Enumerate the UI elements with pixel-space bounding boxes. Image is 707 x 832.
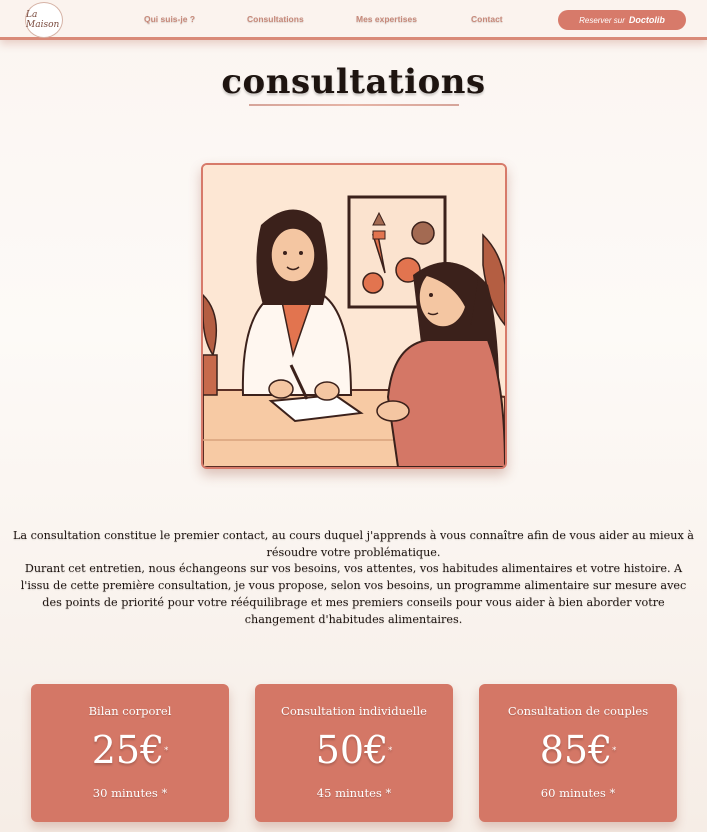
reserve-label: Reserver sur bbox=[579, 15, 625, 25]
nav-qui-suis-je[interactable]: Qui suis-je ? bbox=[144, 14, 195, 24]
title-underline bbox=[249, 104, 459, 106]
consultation-scene-image bbox=[203, 165, 505, 467]
intro-paragraph-2: Durant cet entretien, nous échangeons su… bbox=[20, 562, 687, 626]
card-duration: 30 minutes * bbox=[92, 786, 168, 800]
nav-mes-expertises[interactable]: Mes expertises bbox=[356, 14, 417, 24]
card-price: 85€* bbox=[539, 728, 617, 772]
logo[interactable]: La Maison bbox=[25, 2, 63, 38]
price-card-consultation-individuelle[interactable]: Consultation individuelle 50€* 45 minute… bbox=[255, 684, 453, 822]
card-title: Consultation individuelle bbox=[281, 704, 427, 718]
consultation-description: La consultation constitue le premier con… bbox=[12, 528, 695, 628]
card-title: Consultation de couples bbox=[507, 704, 649, 718]
card-title: Bilan corporel bbox=[88, 704, 172, 718]
reserve-doctolib-button[interactable]: Reserver sur Doctolib bbox=[558, 10, 686, 30]
page-title: consultations bbox=[221, 62, 486, 102]
card-duration: 45 minutes * bbox=[316, 786, 392, 800]
intro-paragraph-1: La consultation constitue le premier con… bbox=[13, 529, 694, 559]
nav-contact[interactable]: Contact bbox=[471, 14, 503, 24]
site-header: La Maison Qui suis-je ? Consultations Me… bbox=[0, 0, 707, 40]
price-card-consultation-couples[interactable]: Consultation de couples 85€* 60 minutes … bbox=[479, 684, 677, 822]
card-price: 25€* bbox=[91, 728, 169, 772]
nav-consultations[interactable]: Consultations bbox=[247, 14, 304, 24]
card-duration: 60 minutes * bbox=[540, 786, 616, 800]
card-price: 50€* bbox=[315, 728, 393, 772]
doctolib-logo: Doctolib bbox=[628, 15, 665, 25]
consultation-illustration bbox=[201, 163, 507, 469]
price-card-bilan-corporel[interactable]: Bilan corporel 25€* 30 minutes * bbox=[31, 684, 229, 822]
